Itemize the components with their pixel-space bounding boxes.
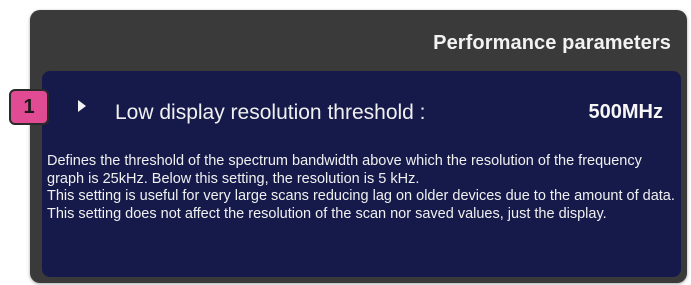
description-line: This setting does not affect the resolut… xyxy=(47,205,607,222)
annotation-badge: 1 xyxy=(9,89,49,125)
description-line: Defines the threshold of the spectrum ba… xyxy=(47,153,642,187)
setting-row[interactable]: Low display resolution threshold : 500MH… xyxy=(42,71,681,151)
setting-value[interactable]: 500MHz xyxy=(589,101,663,124)
low-display-resolution-setting: Low display resolution threshold : 500MH… xyxy=(42,71,681,277)
panel-title: Performance parameters xyxy=(433,32,671,54)
setting-description: Defines the threshold of the spectrum ba… xyxy=(47,153,677,223)
setting-label: Low display resolution threshold : xyxy=(115,101,426,124)
description-line: This setting is useful for very large sc… xyxy=(47,188,675,204)
caret-right-icon[interactable] xyxy=(78,100,86,112)
